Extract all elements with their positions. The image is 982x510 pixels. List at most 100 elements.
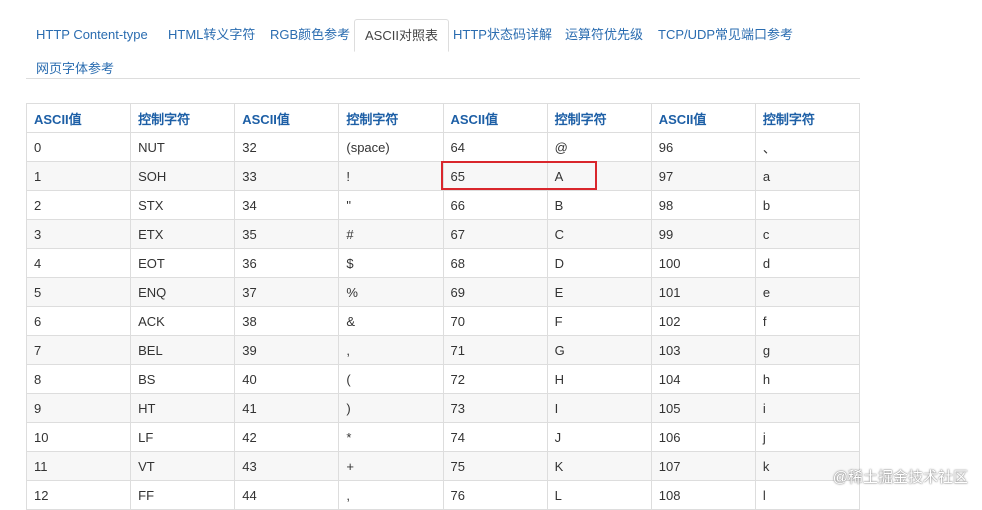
char-cell: %: [338, 277, 444, 307]
char-cell: 、: [754, 132, 861, 162]
ascii-value-cell: 101: [650, 277, 756, 307]
char-cell: STX: [130, 190, 236, 220]
ascii-value-cell: 107: [650, 451, 756, 481]
char-cell: F: [546, 306, 652, 336]
char-cell: NUT: [130, 132, 236, 162]
char-cell: D: [546, 248, 652, 278]
tab-4[interactable]: HTTP状态码详解: [443, 19, 562, 50]
char-cell: G: [546, 335, 652, 365]
ascii-value-cell: 68: [442, 248, 548, 278]
ascii-value-cell: 98: [650, 190, 756, 220]
char-cell: VT: [130, 451, 236, 481]
tab-7[interactable]: 网页字体参考: [26, 53, 124, 84]
ascii-value-cell: 97: [650, 161, 756, 191]
char-cell: ": [338, 190, 444, 220]
char-cell: (: [338, 364, 444, 394]
ascii-value-cell: 4: [25, 248, 132, 278]
column-header: 控制字符: [338, 103, 444, 133]
char-cell: B: [546, 190, 652, 220]
tab-6[interactable]: TCP/UDP常见端口参考: [648, 19, 803, 50]
table-row: 9 HT 41) 73 I 105 i: [25, 393, 861, 423]
ascii-value-cell: 6: [25, 306, 132, 336]
ascii-value-cell: 64: [442, 132, 548, 162]
ascii-value-cell: 108: [650, 480, 756, 510]
table-row: 5 ENQ 37% 69 E 101 e: [25, 277, 861, 307]
tab-bar: HTTP Content-type HTML转义字符 RGB颜色参考 ASCII对照表…: [26, 19, 860, 79]
ascii-value-cell: 7: [25, 335, 132, 365]
ascii-value-cell: 36: [234, 248, 340, 278]
column-header: 控制字符: [754, 103, 861, 133]
table-row: 10 LF 42 * 74 J 106 j: [25, 422, 861, 452]
char-cell: e: [754, 277, 861, 307]
char-cell: *: [338, 422, 444, 452]
char-cell: LF: [130, 422, 236, 452]
char-cell: BS: [130, 364, 236, 394]
ascii-value-cell: 71: [442, 335, 548, 365]
ascii-value-cell: 42: [234, 422, 340, 452]
char-cell: j: [754, 422, 861, 452]
table-row: 11 VT 43 +75 K 107 k: [25, 451, 861, 481]
ascii-value-cell: 35: [234, 219, 340, 249]
ascii-value-cell: 5: [25, 277, 132, 307]
char-cell: g: [754, 335, 861, 365]
ascii-value-cell: 76: [442, 480, 548, 510]
ascii-value-cell: 65: [442, 161, 548, 191]
table-row: 8 BS 40(72 H 104 h: [25, 364, 861, 394]
ascii-value-cell: 38: [234, 306, 340, 336]
tab-2[interactable]: RGB颜色参考: [260, 19, 360, 50]
ascii-value-cell: 75: [442, 451, 548, 481]
char-cell: d: [754, 248, 861, 278]
table-row: 6 ACK 38 & 70 F 102 f: [25, 306, 861, 336]
char-cell: c: [754, 219, 861, 249]
tab-0[interactable]: HTTP Content-type: [26, 19, 158, 50]
table-row: 0 NUT 32 (space) 64 @96、: [25, 132, 861, 162]
ascii-table: ASCII值 控制字符 ASCII值 控制字符 ASCII值 控制字符 ASCII值 控制字符…: [25, 103, 861, 510]
ascii-value-cell: 8: [25, 364, 132, 394]
table-row: 4 EOT 36 $68 D 100 d: [25, 248, 861, 278]
char-cell: (space): [338, 132, 444, 162]
ascii-value-cell: 10: [25, 422, 132, 452]
tab-3[interactable]: ASCII对照表: [354, 19, 449, 52]
char-cell: J: [546, 422, 652, 452]
column-header: ASCII值: [25, 103, 132, 133]
table-header-row: ASCII值 控制字符 ASCII值 控制字符 ASCII值 控制字符 ASCII值 控制字符: [25, 103, 861, 133]
ascii-value-cell: 74: [442, 422, 548, 452]
char-cell: $: [338, 248, 444, 278]
char-cell: FF: [130, 480, 236, 510]
ascii-value-cell: 2: [25, 190, 132, 220]
ascii-value-cell: 3: [25, 219, 132, 249]
table-row: 3 ETX 35 #67 C 99 c: [25, 219, 861, 249]
ascii-value-cell: 100: [650, 248, 756, 278]
ascii-value-cell: 0: [25, 132, 132, 162]
char-cell: K: [546, 451, 652, 481]
column-header: 控制字符: [546, 103, 652, 133]
ascii-value-cell: 70: [442, 306, 548, 336]
ascii-value-cell: 33: [234, 161, 340, 191]
ascii-value-cell: 43: [234, 451, 340, 481]
ascii-value-cell: 72: [442, 364, 548, 394]
table-row: 12 FF 44, 76 L 108 l: [25, 480, 861, 510]
table-row: 2 STX 34 " 66 B 98 b: [25, 190, 861, 220]
char-cell: C: [546, 219, 652, 249]
char-cell: a: [754, 161, 861, 191]
table-row: 7 BEL 39, 71 G 103 g: [25, 335, 861, 365]
char-cell: h: [754, 364, 861, 394]
ascii-value-cell: 106: [650, 422, 756, 452]
ascii-value-cell: 32: [234, 132, 340, 162]
char-cell: H: [546, 364, 652, 394]
char-cell: ,: [338, 480, 444, 510]
ascii-value-cell: 1: [25, 161, 132, 191]
ascii-value-cell: 34: [234, 190, 340, 220]
column-header: ASCII值: [234, 103, 340, 133]
char-cell: SOH: [130, 161, 236, 191]
ascii-value-cell: 12: [25, 480, 132, 510]
tab-1[interactable]: HTML转义字符: [158, 19, 265, 50]
ascii-value-cell: 105: [650, 393, 756, 423]
ascii-value-cell: 40: [234, 364, 340, 394]
ascii-value-cell: 102: [650, 306, 756, 336]
char-cell: +: [338, 451, 444, 481]
char-cell: EOT: [130, 248, 236, 278]
char-cell: ENQ: [130, 277, 236, 307]
ascii-value-cell: 67: [442, 219, 548, 249]
tab-5[interactable]: 运算符优先级: [555, 19, 653, 50]
